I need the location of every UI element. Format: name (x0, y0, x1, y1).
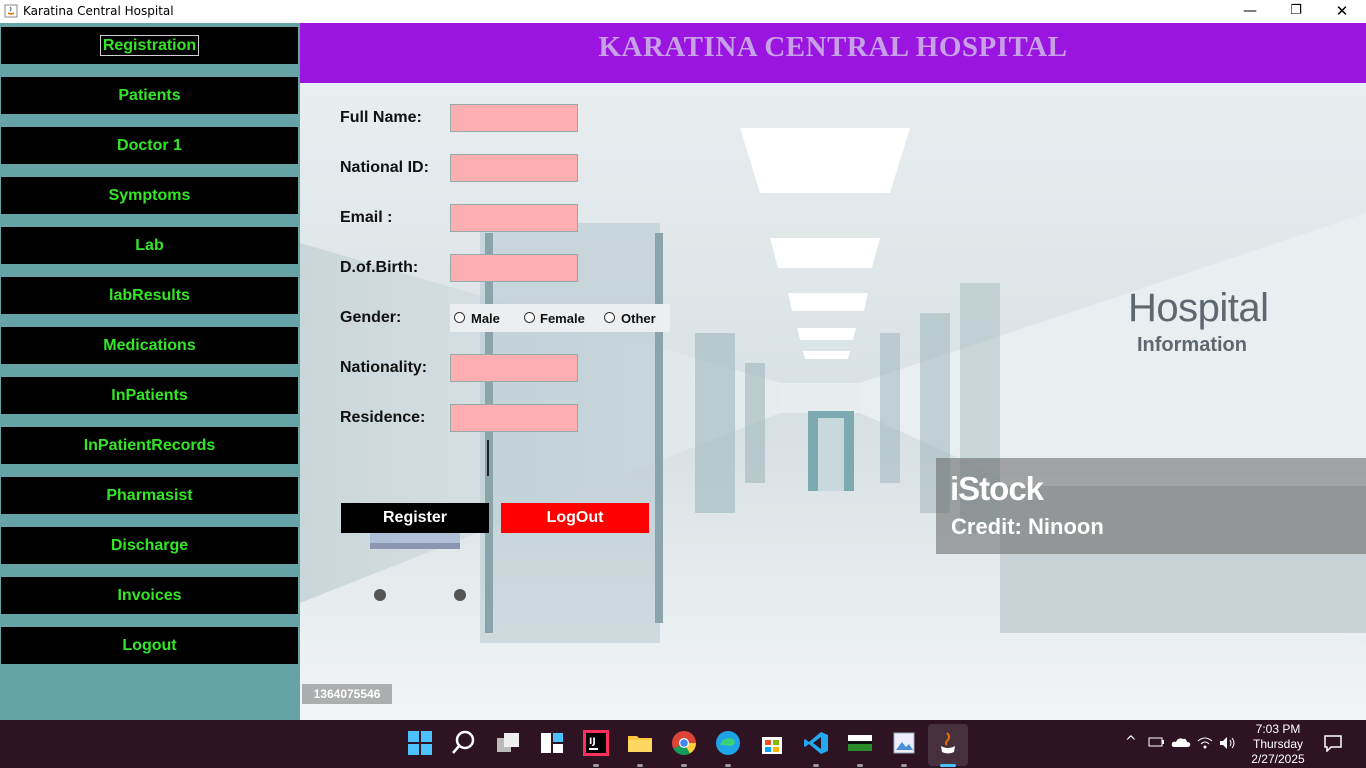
running-indicator (637, 764, 643, 767)
full-name-field[interactable] (450, 104, 578, 132)
running-indicator (813, 764, 819, 767)
page-title: KARATINA CENTRAL HOSPITAL (598, 31, 1068, 63)
wall-sign-title: Hospital (1128, 286, 1269, 330)
sidebar-item-label: Pharmasist (106, 487, 193, 504)
window-title: Karatina Central Hospital (23, 4, 174, 18)
sidebar-item-label: Medications (103, 337, 196, 354)
chevron-up-icon[interactable]: ^ (1125, 734, 1137, 750)
sidebar-item-lab[interactable]: Lab (1, 227, 298, 264)
taskbar: IJ ^ (0, 720, 1366, 768)
gender-radio-group: Male Female Other (450, 304, 670, 332)
active-indicator (940, 764, 956, 767)
sidebar-item-lab-results[interactable]: labResults (1, 277, 298, 314)
national-id-label: National ID: (340, 159, 429, 176)
edge-icon[interactable] (715, 730, 741, 756)
sidebar-item-invoices[interactable]: Invoices (1, 577, 298, 614)
gender-other-label: Other (621, 311, 656, 326)
sidebar-item-inpatient-records[interactable]: InPatientRecords (1, 427, 298, 464)
running-indicator (857, 764, 863, 767)
sidebar-item-label: labResults (109, 287, 190, 304)
nationality-field[interactable] (450, 354, 578, 382)
notifications-icon[interactable] (1323, 734, 1343, 752)
vscode-icon[interactable] (803, 730, 829, 756)
dob-field[interactable] (450, 254, 578, 282)
sidebar-item-logout[interactable]: Logout (1, 627, 298, 664)
sidebar-item-medications[interactable]: Medications (1, 327, 298, 364)
email-field[interactable] (450, 204, 578, 232)
intellij-icon[interactable]: IJ (583, 730, 609, 756)
sidebar-item-symptoms[interactable]: Symptoms (1, 177, 298, 214)
text-cursor (487, 440, 489, 476)
sidebar-item-label: Symptoms (108, 187, 191, 204)
task-view-icon[interactable] (495, 730, 521, 756)
widgets-icon[interactable] (539, 730, 565, 756)
stock-credit: Credit: Ninoon (951, 514, 1104, 539)
wifi-icon[interactable] (1197, 736, 1213, 750)
microsoft-store-icon[interactable] (759, 730, 785, 756)
sidebar-item-registration[interactable]: Registration (1, 27, 298, 64)
sidebar-item-inpatients[interactable]: InPatients (1, 377, 298, 414)
close-button[interactable]: ✕ (1319, 0, 1365, 23)
app-icon[interactable] (847, 730, 873, 756)
clock-day: Thursday (1252, 737, 1304, 751)
image-viewer-icon[interactable] (891, 730, 917, 756)
sidebar-item-label: Lab (135, 237, 164, 254)
svg-text:IJ: IJ (589, 737, 596, 747)
sidebar-item-label: Doctor 1 (117, 137, 182, 154)
java-app-icon (4, 4, 18, 18)
dob-label: D.of.Birth: (340, 259, 419, 276)
page-header: KARATINA CENTRAL HOSPITAL (300, 23, 1366, 83)
onedrive-icon[interactable] (1171, 736, 1191, 748)
taskbar-clock[interactable]: 7:03 PM Thursday 2/27/2025 (1240, 722, 1316, 767)
sidebar-item-pharmasist[interactable]: Pharmasist (1, 477, 298, 514)
sidebar-item-label: Logout (122, 637, 177, 654)
running-indicator (593, 764, 599, 767)
gender-male-radio[interactable] (454, 312, 465, 323)
sidebar-item-label: InPatients (111, 387, 188, 404)
gender-male-label: Male (471, 311, 500, 326)
maximize-button[interactable]: ❐ (1273, 0, 1319, 23)
running-indicator (725, 764, 731, 767)
gender-female-label: Female (540, 311, 585, 326)
sidebar-item-doctor[interactable]: Doctor 1 (1, 127, 298, 164)
wall-sign-subtitle: Information (1137, 334, 1247, 356)
sidebar-item-label: Registration (99, 35, 200, 56)
gender-female-radio[interactable] (524, 312, 535, 323)
volume-icon[interactable] (1219, 736, 1237, 750)
gender-other-radio[interactable] (604, 312, 615, 323)
file-explorer-icon[interactable] (627, 730, 653, 756)
nationality-label: Nationality: (340, 359, 428, 376)
minimize-button[interactable]: — (1227, 0, 1273, 23)
email-label: Email : (340, 209, 393, 226)
full-name-label: Full Name: (340, 109, 422, 126)
running-indicator (901, 764, 907, 767)
sidebar-item-patients[interactable]: Patients (1, 77, 298, 114)
sidebar-item-label: InPatientRecords (83, 437, 216, 454)
java-icon[interactable] (935, 730, 961, 756)
logout-button[interactable]: LogOut (501, 503, 649, 533)
sidebar-item-label: Invoices (117, 587, 182, 604)
search-icon[interactable] (451, 730, 477, 756)
stock-logo: iStock (950, 470, 1044, 507)
running-indicator (681, 764, 687, 767)
sidebar-item-label: Discharge (110, 537, 189, 554)
sidebar-item-discharge[interactable]: Discharge (1, 527, 298, 564)
register-button[interactable]: Register (341, 503, 489, 533)
national-id-field[interactable] (450, 154, 578, 182)
gender-label: Gender: (340, 309, 402, 326)
window-title-bar: Karatina Central Hospital — ❐ ✕ (0, 0, 1366, 23)
clock-date: 2/27/2025 (1251, 752, 1305, 766)
residence-label: Residence: (340, 409, 426, 426)
stock-image-id: 1364075546 (302, 684, 392, 704)
battery-icon[interactable] (1148, 736, 1164, 748)
sidebar-item-label: Patients (118, 87, 181, 104)
chrome-icon[interactable] (671, 730, 697, 756)
residence-field[interactable] (450, 404, 578, 432)
clock-time: 7:03 PM (1255, 722, 1301, 736)
sidebar: Registration Patients Doctor 1 Symptoms … (0, 23, 300, 720)
windows-start-icon[interactable] (407, 730, 433, 756)
